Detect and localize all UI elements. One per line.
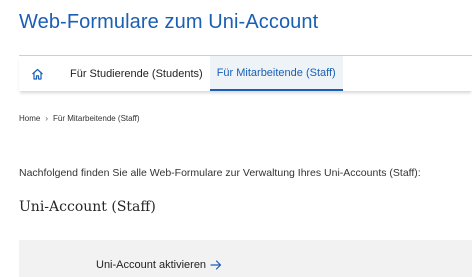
page: Web-Formulare zum Uni-Account Für Studie…	[0, 0, 472, 277]
activate-account-label: Uni-Account aktivieren	[96, 259, 207, 271]
nav-home-link[interactable]	[19, 56, 55, 91]
tab-staff[interactable]: Für Mitarbeitende (Staff)	[209, 56, 343, 91]
home-icon	[31, 68, 44, 80]
tab-students[interactable]: Für Studierende (Students)	[63, 56, 210, 91]
breadcrumb-separator: ›	[45, 114, 49, 123]
activate-account-link[interactable]: Uni-Account aktivieren	[96, 259, 222, 271]
main-navigation: Für Studierende (Students) Für Mitarbeit…	[19, 56, 472, 91]
section-heading: Uni-Account (Staff)	[19, 199, 156, 215]
site-title: Web-Formulare zum Uni-Account	[19, 11, 319, 33]
breadcrumb-current: Für Mitarbeitende (Staff)	[53, 114, 140, 123]
breadcrumb-home-link[interactable]: Home	[19, 114, 40, 123]
intro-text: Nachfolgend finden Sie alle Web-Formular…	[19, 167, 421, 179]
form-link-card: Uni-Account aktivieren	[19, 240, 472, 277]
breadcrumb: Home › Für Mitarbeitende (Staff)	[19, 114, 140, 123]
arrow-right-icon	[210, 260, 222, 270]
